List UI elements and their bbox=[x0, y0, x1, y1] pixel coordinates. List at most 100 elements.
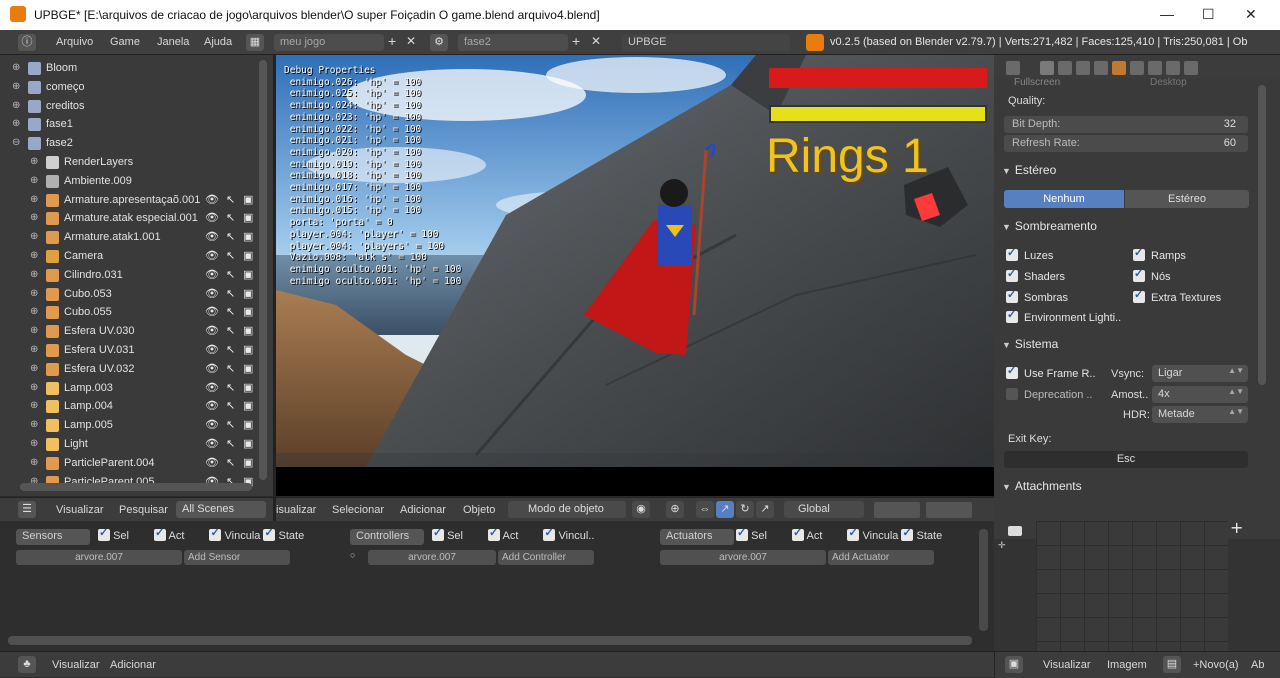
expand-icon[interactable]: ⊕ bbox=[12, 81, 20, 92]
logic-view-menu[interactable]: Visualizar bbox=[52, 659, 100, 671]
image-browse-icon[interactable]: ▤ bbox=[1163, 656, 1181, 673]
eye-icon[interactable]: 👁 bbox=[205, 456, 219, 469]
render-icon[interactable]: ▣ bbox=[243, 362, 253, 375]
shadows-checkbox[interactable]: Sombras bbox=[1006, 288, 1068, 304]
expand-icon[interactable]: ⊕ bbox=[30, 194, 38, 205]
outliner-view-menu[interactable]: Visualizar bbox=[56, 504, 104, 516]
outliner-row[interactable]: ⊕ Lamp.004 👁 ↖ ▣ bbox=[0, 397, 258, 416]
refresh-rate-field[interactable]: Refresh Rate: 60 bbox=[1004, 135, 1248, 152]
cursor-icon[interactable]: ↖ bbox=[226, 268, 235, 281]
sensors-object[interactable]: arvore.007 bbox=[16, 550, 182, 565]
cursor-icon[interactable]: ↖ bbox=[226, 324, 235, 337]
expand-icon[interactable]: ⊕ bbox=[30, 212, 38, 223]
expand-icon[interactable]: ⊕ bbox=[30, 325, 38, 336]
expand-icon[interactable]: ⊕ bbox=[30, 231, 38, 242]
outliner-row[interactable]: ⊕ RenderLayers bbox=[0, 153, 258, 172]
expand-icon[interactable]: ⊕ bbox=[30, 363, 38, 374]
eye-icon[interactable]: 👁 bbox=[205, 249, 219, 262]
render-icon[interactable]: ▣ bbox=[243, 268, 253, 281]
expand-icon[interactable]: ⊕ bbox=[12, 62, 20, 73]
outliner-row[interactable]: ⊕ Lamp.005 👁 ↖ ▣ bbox=[0, 416, 258, 435]
render-icon[interactable]: ▣ bbox=[243, 418, 253, 431]
render-icon[interactable]: ▣ bbox=[243, 230, 253, 243]
sensors-state-checkbox[interactable] bbox=[263, 526, 276, 541]
mode-select[interactable]: Modo de objeto bbox=[508, 501, 626, 518]
outliner-row[interactable]: ⊕ Cilindro.031 👁 ↖ ▣ bbox=[0, 266, 258, 285]
image-grid[interactable] bbox=[1036, 521, 1228, 651]
eye-icon[interactable]: 👁 bbox=[205, 193, 219, 206]
samples-select[interactable]: 4x ▲▼ bbox=[1152, 386, 1248, 403]
add-sensor-button[interactable]: Add Sensor bbox=[184, 550, 290, 565]
pivot-icon[interactable]: ⊕ bbox=[666, 501, 684, 518]
outliner-editor-icon[interactable]: ☰ bbox=[18, 501, 36, 518]
outliner-row[interactable]: ⊕ Armature.apresentaçaõ.001 👁 ↖ ▣ bbox=[0, 191, 258, 210]
rotate-icon[interactable]: ↻ bbox=[736, 501, 754, 518]
render-icon[interactable]: ▣ bbox=[243, 193, 253, 206]
eye-icon[interactable]: 👁 bbox=[205, 287, 219, 300]
maximize-button[interactable]: ☐ bbox=[1202, 6, 1215, 23]
expand-icon[interactable]: ⊕ bbox=[30, 306, 38, 317]
expand-icon[interactable]: ⊕ bbox=[30, 250, 38, 261]
image-editor-icon[interactable]: ▣ bbox=[1005, 656, 1023, 673]
outliner-search-menu[interactable]: Pesquisar bbox=[119, 504, 168, 516]
cursor-icon[interactable]: ↖ bbox=[226, 399, 235, 412]
outliner-row[interactable]: ⊕ Camera 👁 ↖ ▣ bbox=[0, 247, 258, 266]
render-icon[interactable]: ▣ bbox=[243, 381, 253, 394]
stereo-on-button[interactable]: Estéreo bbox=[1125, 190, 1249, 208]
layer-buttons-2[interactable] bbox=[926, 502, 972, 518]
expand-icon[interactable]: ⊕ bbox=[30, 400, 38, 411]
screen-name-field[interactable]: meu jogo bbox=[274, 34, 384, 51]
image-menu[interactable]: Imagem bbox=[1107, 659, 1147, 671]
controllers-sel-checkbox[interactable] bbox=[432, 526, 444, 541]
shading-icon[interactable]: ◉ bbox=[632, 501, 650, 518]
logic-v-scrollbar[interactable] bbox=[979, 529, 988, 631]
actuators-object[interactable]: arvore.007 bbox=[660, 550, 826, 565]
bit-depth-field[interactable]: Bit Depth: 32 bbox=[1004, 116, 1248, 133]
cursor-icon[interactable]: ↖ bbox=[226, 230, 235, 243]
add-scene-button[interactable]: + bbox=[572, 33, 580, 49]
logic-editor-icon[interactable]: ♣ bbox=[18, 656, 36, 673]
engine-select[interactable]: UPBGE bbox=[622, 34, 790, 51]
menu-janela[interactable]: Janela bbox=[157, 36, 189, 48]
properties-editor-icon[interactable] bbox=[1006, 61, 1020, 75]
system-section-header[interactable]: ▼ Sistema bbox=[1002, 337, 1250, 357]
eye-icon[interactable]: 👁 bbox=[205, 437, 219, 450]
lights-checkbox[interactable]: Luzes bbox=[1006, 246, 1053, 262]
hdr-select[interactable]: Metade ▲▼ bbox=[1152, 406, 1248, 423]
outliner-row[interactable]: ⊕ Esfera UV.031 👁 ↖ ▣ bbox=[0, 341, 258, 360]
remove-scene-button[interactable]: ✕ bbox=[591, 34, 601, 48]
outliner-row[interactable]: ⊕ Light 👁 ↖ ▣ bbox=[0, 435, 258, 454]
layer-buttons[interactable] bbox=[874, 502, 920, 518]
outliner-row[interactable]: ⊕ Ambiente.009 bbox=[0, 172, 258, 191]
render-icon[interactable]: ▣ bbox=[243, 287, 253, 300]
controllers-dropdown[interactable]: Controllers bbox=[350, 529, 424, 545]
material-tab-icon[interactable] bbox=[1184, 61, 1198, 75]
expand-icon[interactable]: ⊕ bbox=[30, 419, 38, 430]
state-dot-icon[interactable]: ○ bbox=[350, 550, 355, 560]
eye-icon[interactable]: 👁 bbox=[205, 268, 219, 281]
outliner-row[interactable]: ⊕ Armature.atak especial.001 👁 ↖ ▣ bbox=[0, 209, 258, 228]
render-icon[interactable]: ▣ bbox=[243, 343, 253, 356]
scale-icon[interactable]: ↗ bbox=[756, 501, 774, 518]
cursor-icon[interactable]: ↖ bbox=[226, 437, 235, 450]
eye-icon[interactable]: 👁 bbox=[205, 324, 219, 337]
sensors-link-checkbox[interactable] bbox=[209, 526, 222, 541]
controllers-act-checkbox[interactable] bbox=[488, 526, 501, 541]
new-image-button[interactable]: +Novo(a) bbox=[1193, 659, 1239, 671]
eye-icon[interactable]: 👁 bbox=[205, 343, 219, 356]
stereo-section-header[interactable]: ▼ Estéreo bbox=[1002, 163, 1250, 183]
close-button[interactable]: ✕ bbox=[1245, 6, 1257, 23]
render-icon[interactable]: ▣ bbox=[243, 211, 253, 224]
render-icon[interactable]: ▣ bbox=[243, 324, 253, 337]
exit-key-field[interactable]: Esc bbox=[1004, 451, 1248, 468]
outliner-row[interactable]: ⊖ fase2 bbox=[0, 134, 258, 153]
expand-icon[interactable]: ⊕ bbox=[30, 382, 38, 393]
cursor-icon[interactable]: ↖ bbox=[226, 249, 235, 262]
environment-lighting-checkbox[interactable]: Environment Lighti.. bbox=[1006, 308, 1121, 324]
manipulator-icon[interactable]: ⇔ bbox=[696, 501, 714, 518]
use-frame-rate-checkbox[interactable]: Use Frame R.. bbox=[1006, 364, 1096, 380]
constraints-tab-icon[interactable] bbox=[1130, 61, 1144, 75]
expand-icon[interactable]: ⊕ bbox=[12, 100, 20, 111]
render-icon[interactable]: ▣ bbox=[243, 399, 253, 412]
render-icon[interactable]: ▣ bbox=[243, 249, 253, 262]
